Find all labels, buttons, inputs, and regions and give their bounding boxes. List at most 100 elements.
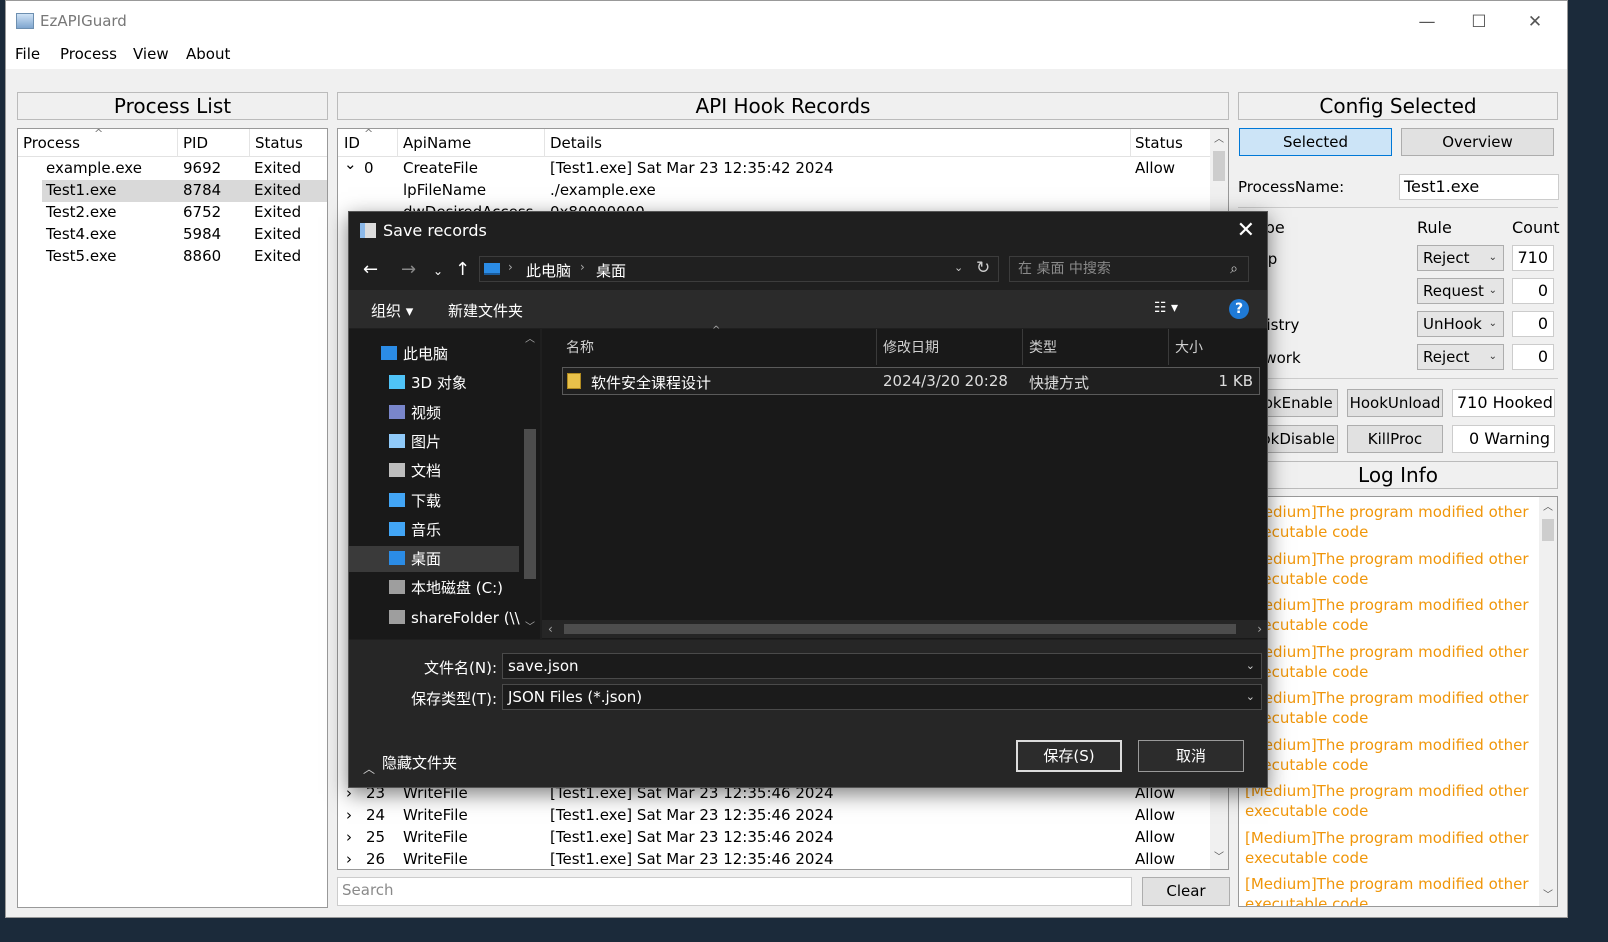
tab-overview[interactable]: Overview (1401, 128, 1554, 156)
column-type[interactable]: 类型 (1029, 337, 1057, 357)
tab-selected[interactable]: Selected (1239, 128, 1392, 156)
record-row[interactable]: › 24 WriteFile [Test1.exe] Sat Mar 23 12:35… (338, 805, 1210, 827)
process-name-field[interactable]: Test1.exe (1399, 174, 1559, 200)
chevron-up-icon[interactable]: ︿ (363, 760, 375, 777)
chevron-down-icon[interactable]: ⌄ (954, 261, 963, 274)
column-modified[interactable]: 修改日期 (883, 337, 939, 357)
chevron-down-icon[interactable]: ⌄ (1246, 654, 1255, 678)
expand-chevron-icon[interactable]: › (346, 850, 352, 868)
menu-process[interactable]: Process (60, 45, 117, 63)
filename-input[interactable]: save.json ⌄ (502, 653, 1262, 679)
process-row[interactable]: Test1.exe 8784 Exited (42, 180, 327, 202)
rule-value: Request (1423, 282, 1484, 300)
nav-item[interactable]: 文档 (349, 458, 519, 484)
dialog-close-icon[interactable]: ✕ (1237, 218, 1255, 243)
nav-item[interactable]: 下载 (349, 488, 519, 514)
scroll-down-icon[interactable]: ﹀ (1210, 849, 1228, 867)
chevron-down-icon: ⌄ (1488, 285, 1497, 296)
breadcrumb-this-pc[interactable]: 此电脑 (526, 260, 571, 281)
scroll-up-icon[interactable]: ︿ (1210, 131, 1228, 149)
hide-folders-toggle[interactable]: 隐藏文件夹 (382, 752, 457, 773)
column-pid[interactable]: PID (183, 134, 208, 152)
records-search-input[interactable]: Search (337, 877, 1132, 906)
column-status[interactable]: Status (1135, 134, 1183, 152)
minimize-button[interactable]: — (1404, 7, 1450, 37)
log-scroll-thumb[interactable] (1542, 519, 1554, 541)
refresh-icon[interactable]: ↻ (976, 258, 990, 278)
scroll-right-icon[interactable]: › (1257, 620, 1262, 638)
breadcrumb-desktop[interactable]: 桌面 (596, 260, 626, 281)
process-row[interactable]: Test4.exe 5984 Exited (18, 224, 327, 246)
scroll-up-icon[interactable]: ︿ (521, 331, 539, 349)
new-folder-button[interactable]: 新建文件夹 (448, 300, 523, 321)
nav-item[interactable]: 本地磁盘 (C:) (349, 575, 519, 601)
column-size[interactable]: 大小 (1175, 337, 1203, 357)
record-status: Allow (1135, 806, 1176, 824)
api-records-header: ^ ID ApiName Details Status (338, 129, 1210, 157)
organize-button[interactable]: 组织 ▾ (371, 300, 413, 321)
up-arrow-icon[interactable]: ↑ (455, 259, 470, 280)
column-process[interactable]: Process (23, 134, 80, 152)
menu-file[interactable]: File (15, 45, 40, 63)
column-apiname[interactable]: ApiName (403, 134, 471, 152)
nav-item[interactable]: 音乐 (349, 517, 519, 543)
record-row[interactable]: › 25 WriteFile [Test1.exe] Sat Mar 23 12:35… (338, 827, 1210, 849)
scroll-up-icon[interactable]: ︿ (1539, 499, 1557, 517)
kill-proc-button[interactable]: KillProc (1347, 425, 1443, 453)
rule-select[interactable]: UnHook ⌄ (1417, 311, 1504, 337)
nav-item[interactable]: 图片 (349, 429, 519, 455)
process-row[interactable]: example.exe 9692 Exited (18, 158, 327, 180)
hook-unload-button[interactable]: HookUnload (1347, 389, 1443, 417)
log-info-list: [Medium]The program modified other execut… (1238, 496, 1558, 907)
chevron-down-icon[interactable]: ⌄ (1246, 685, 1255, 709)
save-button[interactable]: 保存(S) (1016, 740, 1122, 772)
search-icon: ⌕ (1230, 261, 1238, 277)
file-row[interactable]: 软件安全课程设计 2024/3/20 20:28 快捷方式 1 KB (562, 367, 1260, 395)
scroll-down-icon[interactable]: ﹀ (1539, 887, 1557, 905)
record-row[interactable]: lpFileName ./example.exe (338, 180, 1210, 202)
cancel-button[interactable]: 取消 (1138, 740, 1244, 772)
expand-chevron-icon[interactable]: › (346, 806, 352, 824)
nav-item[interactable]: 此电脑 (349, 341, 519, 367)
expand-chevron-icon[interactable]: ⌄ (344, 155, 357, 173)
scroll-down-icon[interactable]: ﹀ (521, 619, 539, 637)
chevron-down-icon: ⌄ (1488, 318, 1497, 329)
nav-item[interactable]: 3D 对象 (349, 370, 519, 396)
expand-chevron-icon[interactable]: › (346, 828, 352, 846)
column-status[interactable]: Status (255, 134, 303, 152)
forward-arrow-icon[interactable]: → (401, 259, 416, 280)
rule-select[interactable]: Reject ⌄ (1417, 344, 1504, 370)
hscroll-thumb[interactable] (564, 624, 1236, 634)
file-list-hscrollbar[interactable]: ‹ › (542, 620, 1267, 638)
menu-view[interactable]: View (133, 45, 169, 63)
clear-button[interactable]: Clear (1142, 877, 1230, 906)
view-options-icon[interactable]: ☷ ▾ (1154, 300, 1178, 316)
address-bar[interactable]: › 此电脑 › 桌面 ⌄ ↻ (479, 256, 999, 282)
column-name[interactable]: 名称 (566, 337, 594, 357)
rule-value: UnHook (1423, 315, 1482, 333)
nav-scroll-thumb[interactable] (524, 429, 536, 579)
menu-about[interactable]: About (186, 45, 230, 63)
scroll-left-icon[interactable]: ‹ (548, 620, 553, 638)
process-row[interactable]: Test5.exe 8860 Exited (18, 246, 327, 268)
log-scrollbar[interactable]: ︿ ﹀ (1539, 497, 1557, 906)
dialog-search-input[interactable]: 在 桌面 中搜索 ⌕ (1009, 256, 1249, 282)
rule-select[interactable]: Reject ⌄ (1417, 245, 1504, 271)
record-row[interactable]: ⌄ 0 CreateFile [Test1.exe] Sat Mar 23 12:35… (338, 155, 1210, 180)
nav-item[interactable]: 视频 (349, 400, 519, 426)
process-row[interactable]: Test2.exe 6752 Exited (18, 202, 327, 224)
close-button[interactable]: ✕ (1512, 7, 1558, 37)
column-id[interactable]: ID (344, 134, 360, 152)
maximize-button[interactable]: ☐ (1456, 7, 1502, 37)
record-row[interactable]: › 26 WriteFile [Test1.exe] Sat Mar 23 12:35… (338, 849, 1210, 869)
column-details[interactable]: Details (550, 134, 602, 152)
back-arrow-icon[interactable]: ← (363, 259, 378, 280)
help-icon[interactable]: ? (1229, 299, 1249, 319)
rule-select[interactable]: Request ⌄ (1417, 278, 1504, 304)
nav-scrollbar[interactable]: ︿ ﹀ (521, 329, 539, 639)
filetype-select[interactable]: JSON Files (*.json) ⌄ (502, 684, 1262, 710)
nav-item[interactable]: shareFolder (\\ (349, 605, 520, 631)
nav-item[interactable]: 桌面 (349, 546, 519, 573)
recent-locations-icon[interactable]: ⌄ (433, 264, 443, 278)
records-scroll-thumb[interactable] (1213, 151, 1225, 181)
